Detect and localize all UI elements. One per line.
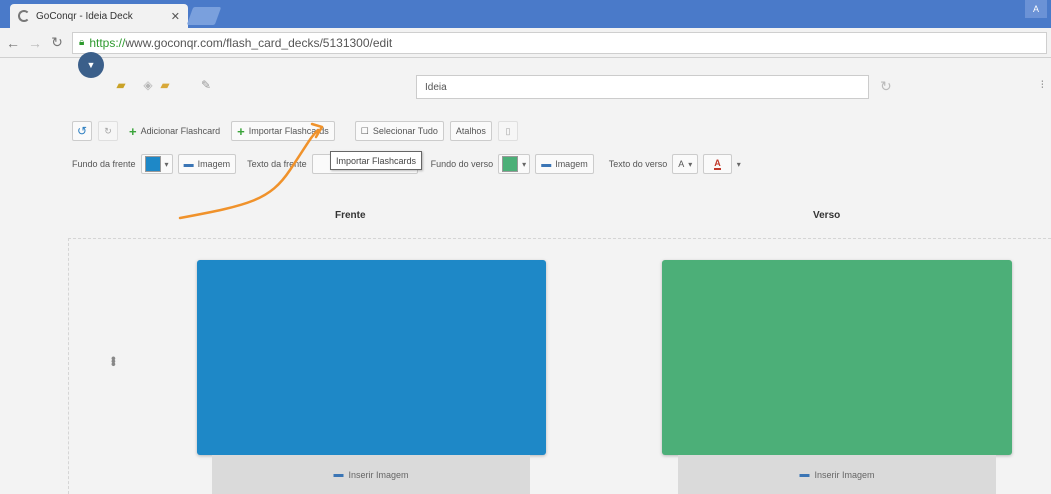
new-tab-button[interactable] bbox=[186, 7, 222, 25]
import-flashcards-label: Importar Flashcards bbox=[248, 126, 329, 136]
tags-icon[interactable]: ◈ bbox=[140, 78, 156, 92]
chevron-down-icon: ▾ bbox=[164, 159, 169, 169]
browser-tabstrip: GoConqr - Ideia Deck ✕ A bbox=[0, 0, 1051, 28]
select-all-label: Selecionar Tudo bbox=[372, 126, 438, 136]
user-menu-chevron-icon[interactable]: ▼ bbox=[78, 52, 104, 78]
refresh-icon[interactable]: ↻ bbox=[880, 78, 892, 95]
tab-close-icon[interactable]: ✕ bbox=[171, 10, 180, 23]
reload-icon[interactable]: ↻ bbox=[50, 34, 64, 51]
forward-arrow-icon[interactable]: → bbox=[28, 35, 42, 51]
checkbox-icon: ☐ bbox=[360, 125, 369, 136]
shortcuts-button[interactable]: Atalhos bbox=[449, 121, 492, 141]
more-options-icon[interactable]: ⫶ bbox=[1041, 80, 1044, 91]
goconqr-favicon-icon bbox=[18, 10, 30, 22]
browser-tab[interactable]: GoConqr - Ideia Deck ✕ bbox=[10, 4, 188, 28]
window-profile-button[interactable]: A bbox=[1025, 0, 1047, 18]
front-image-label: Imagem bbox=[197, 159, 231, 169]
address-bar: ← → ↻ 🔒︎ https://www.goconqr.com/flash_c… bbox=[0, 28, 1051, 58]
insert-image-label: Inserir Imagem bbox=[348, 469, 409, 480]
back-bg-color-picker[interactable]: ▾ bbox=[498, 154, 531, 174]
chevron-down-icon: ▾ bbox=[688, 159, 693, 169]
undo-icon: ↺ bbox=[76, 124, 88, 138]
font-color-dropdown[interactable]: A bbox=[703, 154, 732, 174]
tab-title: GoConqr - Ideia Deck bbox=[36, 10, 133, 22]
front-bg-label: Fundo da frente bbox=[72, 159, 136, 169]
back-image-button[interactable]: ▬ Imagem bbox=[535, 154, 594, 174]
add-flashcard-button[interactable]: + Adicionar Flashcard bbox=[124, 121, 225, 141]
undo-button[interactable]: ↺ bbox=[72, 121, 92, 141]
add-flashcard-label: Adicionar Flashcard bbox=[140, 126, 221, 136]
back-insert-image-button[interactable]: ▬ Inserir Imagem bbox=[678, 455, 996, 494]
column-header-front: Frente bbox=[335, 210, 366, 221]
back-bg-swatch bbox=[502, 156, 519, 172]
column-header-back: Verso bbox=[813, 210, 841, 221]
save-icon[interactable]: ▰ bbox=[113, 78, 129, 92]
front-insert-image-button[interactable]: ▬ Inserir Imagem bbox=[212, 455, 530, 494]
front-bg-swatch bbox=[144, 156, 161, 172]
image-icon: ▬ bbox=[183, 158, 194, 170]
back-bg-label: Fundo do verso bbox=[430, 159, 494, 169]
flashcard-front-face[interactable] bbox=[197, 260, 546, 455]
image-icon: ▬ bbox=[541, 158, 552, 170]
flashcard-editor-area: Frente Verso ••• ▬ Inserir Imagem ▬ Inse… bbox=[0, 188, 1051, 494]
redo-icon: ↻ bbox=[104, 125, 112, 136]
import-flashcards-tooltip: Importar Flashcards bbox=[330, 151, 423, 170]
drag-handle-icon[interactable]: ••• bbox=[106, 356, 122, 365]
insert-image-label: Inserir Imagem bbox=[814, 469, 875, 480]
back-image-label: Imagem bbox=[555, 159, 588, 169]
font-size-dropdown[interactable]: A ▾ bbox=[672, 154, 699, 174]
front-bg-color-picker[interactable]: ▾ bbox=[140, 154, 173, 174]
delete-button[interactable]: ▯ bbox=[497, 121, 518, 141]
url-text: https://www.goconqr.com/flash_card_decks… bbox=[89, 35, 393, 50]
font-color-chevron-icon[interactable]: ▾ bbox=[737, 160, 741, 169]
front-text-label: Texto da frente bbox=[247, 159, 307, 169]
folder-icon[interactable]: ▰ bbox=[157, 78, 173, 92]
flashcard-back-face[interactable] bbox=[662, 260, 1012, 455]
editor-toolbar-top: ↺ ↻ + Adicionar Flashcard + Importar Fla… bbox=[72, 120, 518, 142]
font-color-label: A bbox=[714, 158, 721, 170]
back-arrow-icon[interactable]: ← bbox=[6, 35, 20, 51]
font-size-label: A bbox=[678, 159, 685, 169]
shortcuts-label: Atalhos bbox=[455, 126, 486, 136]
redo-button[interactable]: ↻ bbox=[98, 121, 118, 141]
plus-icon: + bbox=[129, 123, 137, 139]
front-image-button[interactable]: ▬ Imagem bbox=[177, 154, 237, 174]
select-all-button[interactable]: ☐ Selecionar Tudo bbox=[354, 121, 444, 141]
lock-icon: 🔒︎ bbox=[79, 37, 85, 48]
app-header: ▼ ▰ ◈ ▰ ✎ ↻ ⫶ bbox=[0, 52, 1051, 110]
back-text-label: Texto do verso bbox=[608, 159, 668, 169]
chevron-down-icon: ▾ bbox=[522, 159, 527, 169]
plus-icon: + bbox=[237, 123, 245, 139]
import-flashcards-button[interactable]: + Importar Flashcards bbox=[231, 121, 335, 141]
settings-icon[interactable]: ✎ bbox=[198, 78, 214, 92]
image-icon: ▬ bbox=[799, 469, 810, 480]
image-icon: ▬ bbox=[333, 469, 344, 480]
url-field[interactable]: 🔒︎ https://www.goconqr.com/flash_card_de… bbox=[72, 31, 1047, 54]
trash-icon: ▯ bbox=[505, 125, 511, 136]
deck-title-input[interactable] bbox=[416, 75, 869, 99]
